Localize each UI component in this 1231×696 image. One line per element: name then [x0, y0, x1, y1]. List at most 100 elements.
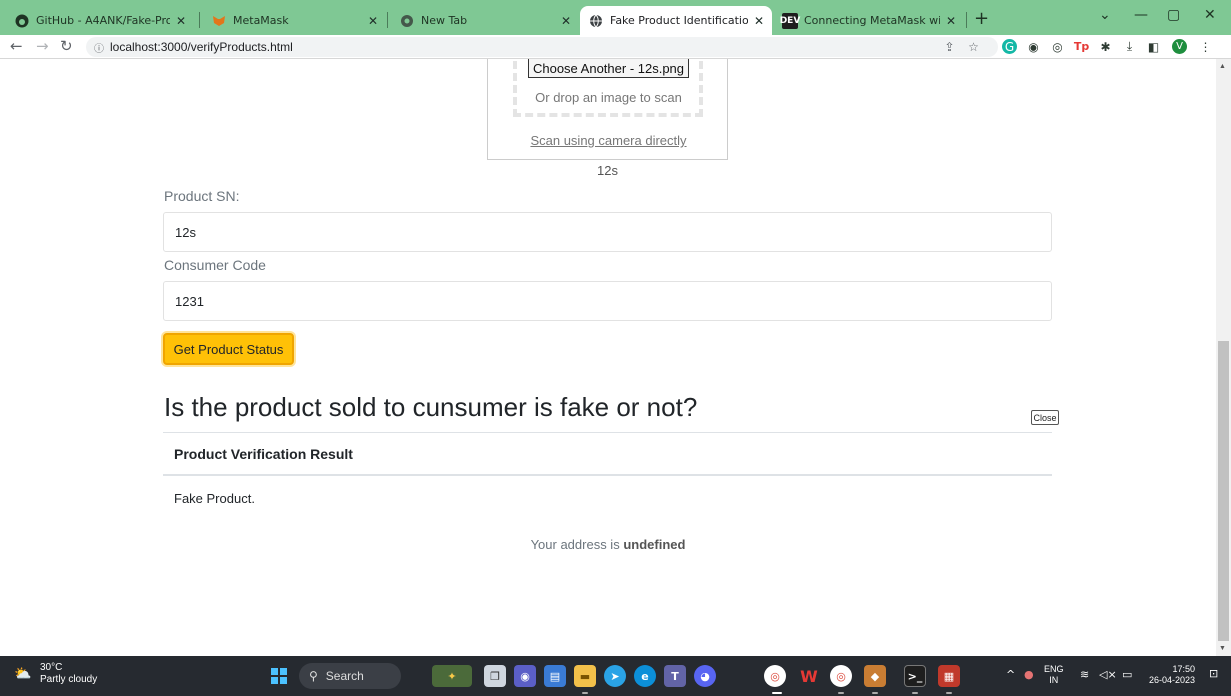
tab-title: Fake Product Identification: [610, 14, 748, 27]
teams-chat-icon[interactable]: ◉: [514, 665, 536, 687]
chrome-profile-icon[interactable]: ◎: [830, 665, 852, 687]
scrollbar-thumb[interactable]: [1218, 341, 1229, 641]
get-product-status-button[interactable]: Get Product Status: [163, 333, 294, 365]
browser-tab-strip: GitHub - A4ANK/Fake-Product-Id ✕ MetaMas…: [0, 0, 1231, 35]
page-content: Choose Another - 12s.png Or drop an imag…: [0, 59, 1216, 656]
result-question-heading: Is the product sold to cunsumer is fake …: [164, 392, 698, 422]
tab-title: MetaMask: [233, 14, 289, 27]
running-indicator: [582, 692, 588, 694]
taskbar-search[interactable]: ⚲ Search: [299, 663, 401, 689]
site-info-icon[interactable]: ⓘ: [94, 40, 104, 55]
tab-separator: [199, 12, 200, 28]
wifi-icon[interactable]: ≋: [1080, 668, 1089, 681]
kebab-menu-icon[interactable]: ⋮: [1198, 39, 1213, 54]
extension-tp-icon[interactable]: Tp: [1074, 39, 1089, 54]
running-indicator: [946, 692, 952, 694]
tab-fake-product-identification[interactable]: Fake Product Identification ✕: [580, 6, 772, 35]
address-bar[interactable]: ⓘ localhost:3000/verifyProducts.html: [86, 37, 998, 57]
forward-arrow-icon[interactable]: →: [36, 37, 49, 55]
scroll-up-arrow-icon[interactable]: ▲: [1219, 63, 1226, 70]
language-indicator[interactable]: ENG IN: [1044, 664, 1064, 686]
terminal-icon[interactable]: >_: [904, 665, 926, 687]
scan-camera-link[interactable]: Scan using camera directly: [488, 133, 729, 148]
github-icon: [14, 13, 30, 29]
close-icon[interactable]: ✕: [176, 14, 186, 28]
restore-icon[interactable]: ▢: [1167, 7, 1180, 23]
product-sn-input[interactable]: 12s: [163, 212, 1052, 252]
dev-icon: DEV: [780, 12, 800, 29]
date-text: 26-04-2023: [1148, 675, 1195, 685]
close-icon[interactable]: ✕: [368, 14, 378, 28]
volume-icon[interactable]: ◁×: [1099, 668, 1117, 681]
close-icon[interactable]: ✕: [754, 14, 764, 28]
running-indicator: [838, 692, 844, 694]
close-icon[interactable]: ✕: [946, 14, 956, 28]
close-button[interactable]: Close: [1031, 410, 1059, 425]
profile-avatar[interactable]: V: [1172, 39, 1187, 54]
extension-icon[interactable]: ◉: [1026, 39, 1041, 54]
product-sn-label: Product SN:: [164, 188, 240, 204]
share-icon[interactable]: ⇪: [942, 39, 957, 54]
battery-icon[interactable]: ▭: [1122, 668, 1132, 681]
scanned-result-text: 12s: [597, 163, 618, 178]
search-icon: ⚲: [309, 669, 318, 683]
tab-github[interactable]: GitHub - A4ANK/Fake-Product-Id ✕: [6, 6, 194, 35]
wps-office-icon[interactable]: W: [798, 665, 820, 687]
address-value: undefined: [623, 537, 686, 552]
wallet-address-line: Your address is undefined: [0, 537, 1216, 552]
teams-icon[interactable]: T: [664, 665, 686, 687]
consumer-code-input[interactable]: 1231: [163, 281, 1052, 321]
edge-browser-icon[interactable]: e: [634, 665, 656, 687]
tab-new-tab[interactable]: New Tab ✕: [391, 6, 579, 35]
telegram-icon[interactable]: ➤: [604, 665, 626, 687]
tray-chevron-up-icon[interactable]: ^: [1006, 668, 1015, 681]
browser-toolbar: ← → ↻ ⓘ localhost:3000/verifyProducts.ht…: [0, 35, 1231, 59]
extensions-puzzle-icon[interactable]: ✱: [1098, 39, 1113, 54]
extension-icon[interactable]: ◎: [1050, 39, 1065, 54]
close-icon[interactable]: ✕: [561, 14, 571, 28]
tab-separator: [387, 12, 388, 28]
reload-icon[interactable]: ↻: [60, 37, 73, 55]
partly-cloudy-icon: ⛅: [14, 666, 32, 682]
app-icon[interactable]: ▦: [938, 665, 960, 687]
download-icon[interactable]: ⤓: [1122, 39, 1137, 54]
taskbar-widgets-icon[interactable]: ✦: [432, 665, 472, 687]
task-view-icon[interactable]: ❐: [484, 665, 506, 687]
store-icon[interactable]: ▤: [544, 665, 566, 687]
globe-icon: [588, 13, 604, 29]
qr-scanner-panel: Choose Another - 12s.png Or drop an imag…: [487, 59, 728, 160]
windows-start-icon[interactable]: [271, 668, 287, 684]
minimize-icon[interactable]: —: [1134, 7, 1148, 23]
chrome-icon[interactable]: ◎: [764, 665, 786, 687]
tray-app-icon[interactable]: ●: [1024, 668, 1034, 681]
consumer-code-label: Consumer Code: [164, 257, 266, 273]
tab-separator: [966, 12, 967, 28]
side-panel-icon[interactable]: ◧: [1146, 39, 1161, 54]
running-indicator: [912, 692, 918, 694]
tab-metamask[interactable]: MetaMask ✕: [203, 6, 386, 35]
back-arrow-icon[interactable]: ←: [10, 37, 23, 55]
time-text: 17:50: [1172, 664, 1195, 674]
page-scrollbar[interactable]: ▲ ▼: [1216, 59, 1231, 656]
bookmark-star-icon[interactable]: ☆: [966, 39, 981, 54]
scroll-down-arrow-icon[interactable]: ▼: [1219, 645, 1226, 652]
table-header: Product Verification Result: [163, 432, 1052, 476]
url-text: localhost:3000/verifyProducts.html: [110, 40, 293, 54]
running-indicator: [872, 692, 878, 694]
weather-widget[interactable]: ⛅ 30°C Partly cloudy: [14, 662, 97, 686]
window-close-icon[interactable]: ✕: [1204, 7, 1216, 23]
app-icon[interactable]: ◆: [864, 665, 886, 687]
clock[interactable]: 17:50 26-04-2023: [1140, 664, 1195, 686]
choose-image-button[interactable]: Choose Another - 12s.png: [528, 59, 689, 78]
grammarly-extension-icon[interactable]: G: [1002, 39, 1017, 54]
language-code: ENG: [1044, 664, 1064, 674]
new-tab-plus-icon[interactable]: +: [974, 8, 989, 29]
file-explorer-icon[interactable]: ▬: [574, 665, 596, 687]
notification-icon[interactable]: ⊡: [1209, 667, 1218, 680]
table-row: Fake Product.: [174, 490, 255, 506]
tab-title: New Tab: [421, 14, 468, 27]
discord-icon[interactable]: ◕: [694, 665, 716, 687]
tab-connecting-metamask[interactable]: DEV Connecting MetaMask with a Pri ✕: [774, 6, 964, 35]
tab-search-chevron-icon[interactable]: ⌄: [1099, 7, 1111, 23]
search-label: Search: [325, 669, 364, 683]
